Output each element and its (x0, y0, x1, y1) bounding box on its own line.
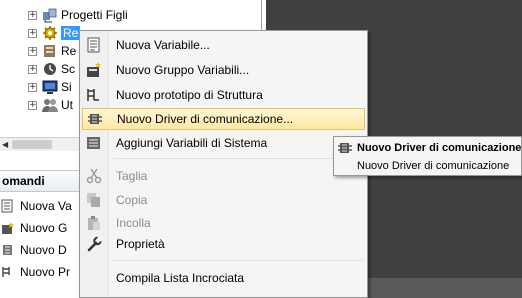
scroll-left-icon[interactable]: ◀ (2, 140, 11, 149)
tree-item-screens[interactable]: + Si (28, 78, 72, 96)
tree-item-recipe[interactable]: + Re (28, 42, 76, 60)
context-menu: Nuova Variabile... Nuovo Gruppo Variabil… (79, 30, 368, 298)
system-variables-icon (82, 135, 106, 151)
tree-item-selected[interactable]: + Re (28, 24, 81, 42)
properties-wrench-icon (82, 236, 106, 252)
menu-item-copy[interactable]: Copia (82, 189, 365, 211)
menu-item-new-communication-driver[interactable]: Nuovo Driver di comunicazione... (82, 108, 365, 130)
expand-icon[interactable]: + (28, 46, 37, 56)
new-variable-group-icon (82, 62, 106, 78)
menu-item-label: Compila Lista Incrociata (116, 271, 245, 285)
users-icon (42, 97, 58, 113)
menu-item-compile-cross-list[interactable]: Compila Lista Incrociata (82, 267, 365, 289)
cut-icon (82, 168, 106, 184)
menu-item-paste[interactable]: Incolla (82, 212, 365, 234)
menu-separator (113, 158, 363, 159)
blank-icon (82, 270, 106, 286)
menu-item-label: Aggiungi Variabili di Sistema (116, 136, 268, 150)
tree-item-script[interactable]: + Sc (28, 60, 75, 78)
commands-panel-title: omandi (2, 174, 45, 188)
script-icon (42, 61, 58, 77)
communication-driver-icon (83, 111, 107, 127)
menu-item-cut[interactable]: Taglia (82, 165, 365, 187)
menu-item-new-structure-prototype[interactable]: Nuovo prototipo di Struttura (82, 84, 365, 106)
recipe-icon (42, 43, 58, 59)
tree-item-label: Ut (61, 98, 73, 112)
menu-item-label: Nuova Variabile... (116, 38, 210, 52)
menu-item-label: Nuovo Driver di comunicazione... (117, 112, 294, 126)
command-item-new-prototype[interactable]: Nuovo Pr (0, 261, 70, 283)
menu-item-label: Incolla (116, 216, 151, 230)
menu-item-label: Taglia (116, 169, 148, 183)
tree-item-label: Progetti Figli (61, 8, 128, 22)
tree-item-label: Si (61, 80, 72, 94)
expand-icon[interactable]: + (28, 28, 37, 38)
structure-prototype-icon (82, 87, 106, 103)
submenu-item-new-communication-driver[interactable]: Nuovo Driver di comunicazione (336, 139, 521, 157)
new-variable-icon (0, 198, 16, 214)
copy-icon (82, 192, 106, 208)
communication-driver-icon (336, 140, 354, 156)
menu-item-properties[interactable]: Proprietà (82, 233, 365, 255)
command-item-label: Nuova Va (20, 199, 72, 213)
tree-item-label: Sc (61, 62, 76, 76)
expand-icon[interactable]: + (28, 64, 37, 74)
tree-item-users[interactable]: + Ut (28, 96, 73, 114)
scroll-thumb[interactable] (12, 140, 52, 149)
submenu-item-label: Nuovo Driver di comunicazione (357, 160, 510, 172)
blank-icon (336, 158, 354, 174)
new-prototype-icon (0, 264, 16, 280)
command-item-new-driver[interactable]: Nuovo D (0, 239, 67, 261)
menu-item-new-variable[interactable]: Nuova Variabile... (82, 34, 365, 56)
menu-item-label: Copia (116, 193, 148, 207)
command-item-label: Nuovo G (20, 221, 68, 235)
expand-icon[interactable]: + (28, 82, 37, 92)
menu-item-add-system-variables[interactable]: Aggiungi Variabili di Sistema (82, 132, 365, 154)
tree-item-label: Re (61, 26, 81, 40)
gear-icon (42, 25, 58, 41)
menu-item-label: Nuovo prototipo di Struttura (116, 88, 263, 102)
menu-item-label: Proprietà (116, 237, 165, 251)
menu-separator (113, 260, 363, 261)
tree-item-progetti-figli[interactable]: + Progetti Figli (28, 6, 128, 24)
paste-icon (82, 215, 106, 231)
new-driver-icon (0, 242, 16, 258)
new-group-icon (0, 220, 16, 236)
menu-item-label: Nuovo Gruppo Variabili... (116, 63, 250, 77)
submenu: Nuovo Driver di comunicazione Nuovo Driv… (333, 136, 522, 176)
expand-icon[interactable]: + (28, 100, 37, 110)
expand-icon[interactable]: + (28, 10, 37, 20)
command-item-label: Nuovo D (20, 243, 67, 257)
command-item-new-group[interactable]: Nuovo G (0, 217, 67, 239)
tree-item-label: Re (61, 44, 77, 58)
command-item-label: Nuovo Pr (20, 265, 71, 279)
submenu-item-new-communication-driver-alt[interactable]: Nuovo Driver di comunicazione (336, 157, 509, 175)
screen-icon (42, 79, 58, 95)
submenu-item-label: Nuovo Driver di comunicazione (357, 142, 522, 154)
new-variable-icon (82, 37, 106, 53)
command-item-new-variable[interactable]: Nuova Va (0, 195, 72, 217)
menu-item-new-variable-group[interactable]: Nuovo Gruppo Variabili... (82, 59, 365, 81)
project-children-icon (42, 7, 58, 23)
